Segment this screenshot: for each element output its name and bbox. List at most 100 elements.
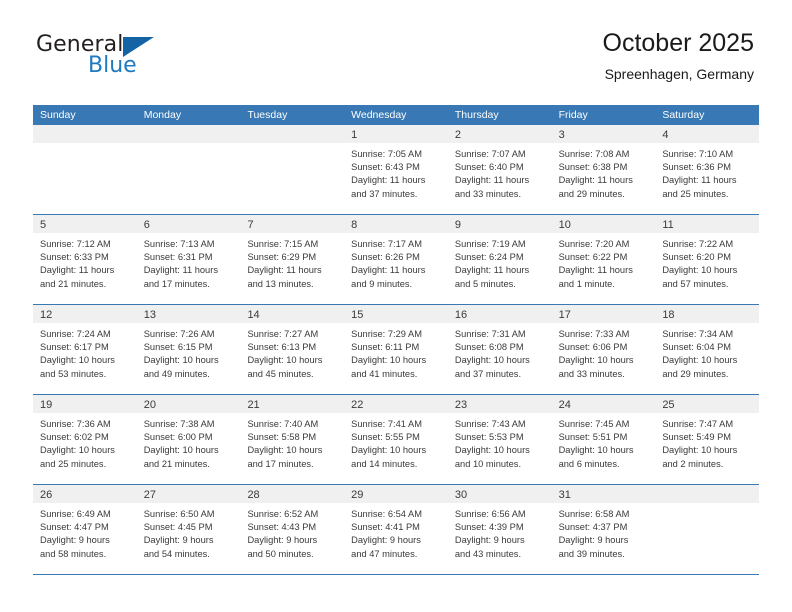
calendar-day-cell[interactable]: 31 Sunrise: 6:58 AM Sunset: 4:37 PM Dayligh…: [551, 485, 656, 574]
day-details: Sunrise: 7:07 AM Sunset: 6:40 PM Daylight:…: [448, 143, 552, 201]
daylight-text-cont: and 29 minutes.: [662, 368, 729, 379]
daylight-text: Daylight: 11 hours: [558, 175, 633, 186]
sunset-text: Sunset: 6:08 PM: [454, 342, 524, 353]
day-number: 1: [351, 129, 358, 141]
daylight-text-cont: and 49 minutes.: [143, 368, 210, 379]
day-number-strip: 15: [344, 305, 448, 323]
title-block: October 2025 Spreenhagen, Germany: [603, 28, 755, 82]
calendar-day-cell-empty: [240, 125, 345, 214]
daylight-text: Daylight: 11 hours: [351, 175, 426, 186]
daylight-text-cont: and 17 minutes.: [247, 458, 314, 469]
daylight-text-cont: and 21 minutes.: [143, 458, 210, 469]
calendar-day-cell[interactable]: 9 Sunrise: 7:19 AM Sunset: 6:24 PM Daylight…: [447, 215, 552, 304]
day-number-strip: 26: [33, 485, 137, 503]
weekday-header-wednesday: Wednesday: [351, 109, 407, 121]
calendar-day-cell[interactable]: 14 Sunrise: 7:27 AM Sunset: 6:13 PM Dayligh…: [240, 305, 345, 394]
sunrise-text: Sunrise: 7:43 AM: [454, 419, 526, 429]
calendar-day-cell[interactable]: 16 Sunrise: 7:31 AM Sunset: 6:08 PM Dayligh…: [447, 305, 552, 394]
calendar-day-cell[interactable]: 15 Sunrise: 7:29 AM Sunset: 6:11 PM Dayligh…: [344, 305, 448, 394]
calendar-day-cell[interactable]: 6 Sunrise: 7:13 AM Sunset: 6:31 PM Daylight…: [136, 215, 241, 304]
daylight-text: Daylight: 10 hours: [40, 445, 115, 456]
day-number-strip: 25: [655, 395, 760, 413]
calendar-day-cell[interactable]: 1 Sunrise: 7:05 AM Sunset: 6:43 PM Daylight…: [344, 125, 448, 214]
daylight-text-cont: and 45 minutes.: [247, 368, 314, 379]
calendar-day-cell[interactable]: 5 Sunrise: 7:12 AM Sunset: 6:33 PM Daylight…: [33, 215, 137, 304]
calendar-day-cell[interactable]: 19 Sunrise: 7:36 AM Sunset: 6:02 PM Dayligh…: [33, 395, 137, 484]
calendar-day-cell[interactable]: 28 Sunrise: 6:52 AM Sunset: 4:43 PM Dayligh…: [240, 485, 345, 574]
day-number-strip: 2: [447, 125, 552, 143]
day-number: 3: [558, 129, 565, 141]
calendar-day-cell[interactable]: 27 Sunrise: 6:50 AM Sunset: 4:45 PM Dayligh…: [136, 485, 241, 574]
calendar-day-cell[interactable]: 2 Sunrise: 7:07 AM Sunset: 6:40 PM Daylight…: [447, 125, 552, 214]
daylight-text: Daylight: 10 hours: [662, 355, 738, 366]
daylight-text: Daylight: 10 hours: [558, 445, 634, 456]
day-number: 29: [351, 489, 364, 501]
weekday-header-saturday: Saturday: [662, 109, 705, 121]
daylight-text: Daylight: 11 hours: [558, 265, 633, 276]
calendar-day-cell[interactable]: 21 Sunrise: 7:40 AM Sunset: 5:58 PM Dayligh…: [240, 395, 345, 484]
calendar-week-row: 26 Sunrise: 6:49 AM Sunset: 4:47 PM Dayligh…: [33, 485, 760, 575]
sunset-text: Sunset: 4:43 PM: [247, 522, 317, 533]
daylight-text: Daylight: 9 hours: [558, 535, 629, 546]
day-details: Sunrise: 7:45 AM Sunset: 5:51 PM Daylight:…: [552, 413, 656, 471]
calendar-day-cell[interactable]: 20 Sunrise: 7:38 AM Sunset: 6:00 PM Dayligh…: [136, 395, 241, 484]
day-number: 19: [40, 399, 53, 411]
calendar-day-cell[interactable]: 22 Sunrise: 7:41 AM Sunset: 5:55 PM Dayligh…: [344, 395, 448, 484]
daylight-text-cont: and 2 minutes.: [662, 458, 724, 469]
day-number: 14: [247, 309, 260, 321]
sunset-text: Sunset: 6:22 PM: [558, 252, 628, 263]
sunrise-text: Sunrise: 7:31 AM: [454, 329, 526, 339]
sunrise-text: Sunrise: 7:27 AM: [247, 329, 319, 339]
calendar-day-cell[interactable]: 4 Sunrise: 7:10 AM Sunset: 6:36 PM Daylight…: [655, 125, 760, 214]
calendar-day-cell[interactable]: 24 Sunrise: 7:45 AM Sunset: 5:51 PM Dayligh…: [551, 395, 656, 484]
daylight-text: Daylight: 9 hours: [351, 535, 421, 546]
calendar-day-cell[interactable]: 29 Sunrise: 6:54 AM Sunset: 4:41 PM Dayligh…: [344, 485, 448, 574]
calendar-day-cell[interactable]: 30 Sunrise: 6:56 AM Sunset: 4:39 PM Dayligh…: [447, 485, 552, 574]
day-number: 27: [143, 489, 156, 501]
calendar-day-cell[interactable]: 12 Sunrise: 7:24 AM Sunset: 6:17 PM Dayligh…: [33, 305, 137, 394]
sunset-text: Sunset: 6:38 PM: [558, 162, 628, 173]
sunrise-text: Sunrise: 6:50 AM: [143, 509, 215, 519]
sunrise-text: Sunrise: 7:07 AM: [454, 149, 526, 159]
day-number-strip: 24: [551, 395, 656, 413]
sunset-text: Sunset: 6:02 PM: [40, 432, 109, 443]
daylight-text-cont: and 13 minutes.: [247, 278, 314, 289]
calendar-day-cell[interactable]: 10 Sunrise: 7:20 AM Sunset: 6:22 PM Dayligh…: [551, 215, 656, 304]
day-number-strip: 23: [447, 395, 552, 413]
page-title: October 2025: [602, 29, 755, 57]
daylight-text: Daylight: 10 hours: [351, 355, 427, 366]
sunset-text: Sunset: 4:41 PM: [351, 522, 420, 533]
page-header: General Blue October 2025 Spreenhagen, G…: [0, 0, 792, 104]
calendar-day-cell[interactable]: 7 Sunrise: 7:15 AM Sunset: 6:29 PM Daylight…: [240, 215, 345, 304]
day-details: Sunrise: 7:05 AM Sunset: 6:43 PM Daylight:…: [344, 143, 448, 201]
day-details: Sunrise: 7:13 AM Sunset: 6:31 PM Daylight:…: [137, 233, 241, 291]
day-number: 22: [351, 399, 364, 411]
sunset-text: Sunset: 6:24 PM: [454, 252, 524, 263]
calendar-day-cell[interactable]: 26 Sunrise: 6:49 AM Sunset: 4:47 PM Dayligh…: [33, 485, 137, 574]
day-number: 20: [143, 399, 156, 411]
calendar-day-cell[interactable]: 23 Sunrise: 7:43 AM Sunset: 5:53 PM Dayligh…: [447, 395, 552, 484]
calendar-day-cell[interactable]: 18 Sunrise: 7:34 AM Sunset: 6:04 PM Dayligh…: [655, 305, 760, 394]
daylight-text-cont: and 14 minutes.: [351, 458, 418, 469]
calendar-day-cell[interactable]: 3 Sunrise: 7:08 AM Sunset: 6:38 PM Daylight…: [551, 125, 656, 214]
day-details: Sunrise: 7:31 AM Sunset: 6:08 PM Daylight:…: [448, 323, 552, 381]
generalblue-logo[interactable]: General Blue: [36, 33, 216, 83]
day-number: 8: [351, 219, 358, 231]
sunset-text: Sunset: 6:29 PM: [247, 252, 317, 263]
weekday-header-monday: Monday: [143, 109, 182, 121]
daylight-text: Daylight: 10 hours: [454, 445, 530, 456]
calendar-day-cell[interactable]: 8 Sunrise: 7:17 AM Sunset: 6:26 PM Daylight…: [344, 215, 448, 304]
calendar-day-cell[interactable]: 17 Sunrise: 7:33 AM Sunset: 6:06 PM Dayligh…: [551, 305, 656, 394]
day-details: [240, 143, 344, 148]
calendar-day-cell[interactable]: 13 Sunrise: 7:26 AM Sunset: 6:15 PM Dayligh…: [136, 305, 241, 394]
daylight-text-cont: and 17 minutes.: [143, 278, 210, 289]
day-number: 18: [662, 309, 675, 321]
day-details: Sunrise: 7:27 AM Sunset: 6:13 PM Daylight:…: [240, 323, 344, 381]
calendar-day-cell[interactable]: 25 Sunrise: 7:47 AM Sunset: 5:49 PM Dayligh…: [655, 395, 760, 484]
calendar-grid: Sunday Monday Tuesday Wednesday Thursday Frid…: [33, 105, 760, 575]
day-number: 16: [454, 309, 468, 321]
day-number-strip: 12: [33, 305, 137, 323]
daylight-text: Daylight: 11 hours: [454, 265, 530, 276]
calendar-day-cell[interactable]: 11 Sunrise: 7:22 AM Sunset: 6:20 PM Dayligh…: [655, 215, 760, 304]
daylight-text: Daylight: 11 hours: [351, 265, 426, 276]
